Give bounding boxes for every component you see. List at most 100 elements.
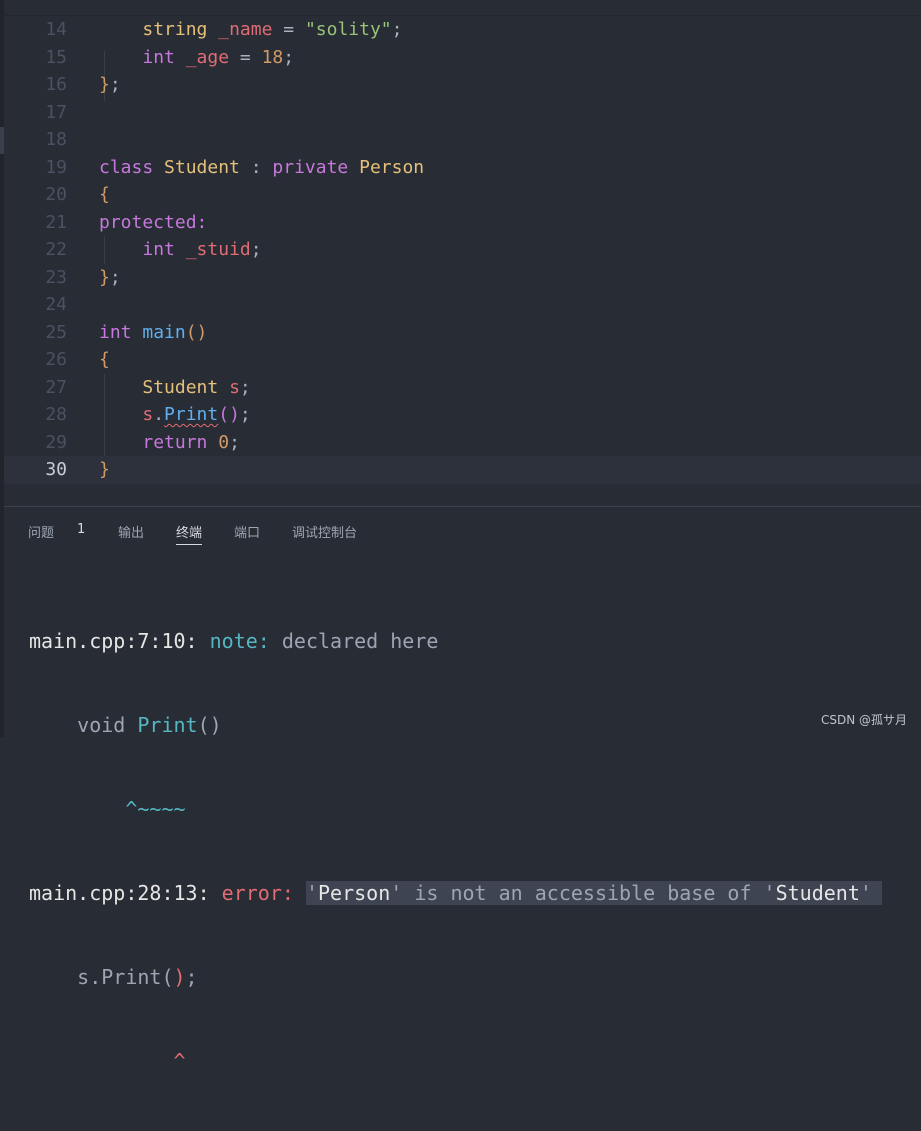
code-token: : (239, 156, 273, 178)
code-token: () (218, 404, 240, 425)
code-token: Student (142, 376, 219, 398)
code-token: _name (218, 19, 273, 40)
tab-ports[interactable]: 端口 (234, 522, 260, 544)
code-token: { (99, 349, 110, 370)
code-token: _age (185, 46, 230, 68)
code-token: "solity" (304, 19, 392, 40)
code-token: string (142, 19, 208, 40)
code-text: s.Print(); (99, 401, 250, 429)
tab-debug-console[interactable]: 调试控制台 (292, 522, 357, 544)
code-line[interactable]: 16}; (4, 71, 921, 99)
code-token: Print (164, 404, 219, 425)
error-code-suffix: ; (185, 965, 198, 989)
code-token: ; (109, 74, 121, 95)
note-location: main.cpp:7:10: (29, 629, 198, 653)
line-number: 24 (45, 294, 67, 315)
code-token: = (229, 46, 262, 68)
code-token: return (142, 431, 208, 453)
tab-output[interactable]: 输出 (118, 522, 144, 544)
code-text: int _age = 18; (99, 44, 294, 72)
code-line[interactable]: 27 Student s; (4, 374, 921, 402)
code-line[interactable]: 24 (4, 291, 921, 319)
code-token: = (272, 19, 305, 40)
line-number: 14 (45, 19, 67, 40)
code-text: int _stuid; (99, 236, 262, 264)
code-line[interactable]: 22 int _stuid; (4, 236, 921, 264)
line-number: 21 (45, 211, 67, 233)
code-line[interactable]: 17 (4, 99, 921, 127)
line-number: 18 (45, 129, 67, 150)
code-text: } (99, 456, 110, 484)
sticky-line[interactable]: 4 class Person (4, 0, 921, 17)
code-line[interactable]: 18 (4, 126, 921, 154)
line-number: 26 (45, 349, 67, 370)
watermark: CSDN @孤サ月 (820, 713, 907, 727)
code-token: . (153, 404, 165, 425)
terminal-error-caret: ^ (29, 1047, 882, 1075)
line-number: 20 (45, 184, 67, 205)
code-line[interactable]: 20 { (4, 181, 921, 209)
sticky-scroll-header[interactable]: 4 class Person (4, 0, 921, 16)
code-text: int main() (99, 319, 207, 347)
code-token: ; (109, 266, 121, 288)
code-token: Person (359, 156, 425, 178)
code-token: } (99, 266, 110, 288)
problems-count-badge: 1 (77, 522, 86, 537)
terminal-note-code: void Print() (29, 711, 882, 739)
code-token: ; (250, 239, 262, 260)
code-token: 0 (218, 431, 230, 453)
code-text: }; (99, 264, 121, 292)
code-line[interactable]: 14 string _name = "solity"; (4, 16, 921, 44)
code-text: Student s; (99, 374, 251, 402)
code-token: ; (283, 46, 295, 68)
note-code-fn: Print (137, 713, 198, 737)
line-number: 22 (45, 239, 67, 260)
terminal-note-caret: ^~~~~ (29, 795, 882, 823)
line-number: 19 (45, 156, 67, 178)
code-line[interactable]: 23}; (4, 264, 921, 292)
panel-tabs: 问题 1 输出 终端 端口 调试控制台 (4, 507, 921, 551)
code-token: s (229, 376, 240, 398)
error-location: main.cpp:28:13: (29, 881, 210, 905)
quote: ' (305, 881, 319, 905)
code-text: string _name = "solity"; (99, 16, 402, 44)
code-token: ; (239, 376, 251, 398)
code-text: protected: (99, 209, 207, 237)
code-text: { (99, 181, 110, 209)
code-text: { (99, 346, 110, 374)
code-line[interactable]: 30} (4, 456, 921, 484)
code-text: }; (99, 71, 121, 99)
code-line[interactable]: 21 protected: (4, 209, 921, 237)
terminal-error-line: main.cpp:28:13: error: 'Person' is not a… (29, 879, 882, 907)
code-line[interactable]: 25 int main() (4, 319, 921, 347)
terminal-note-line: main.cpp:7:10: note: declared here (29, 627, 882, 655)
code-line[interactable]: 15 int _age = 18; (4, 44, 921, 72)
line-number: 4 (4, 16, 67, 17)
error-base-name: Person (318, 881, 391, 905)
code-line[interactable]: 26 { (4, 346, 921, 374)
error-caret: ^ (29, 1049, 186, 1073)
note-code-prefix: void (29, 713, 138, 737)
terminal-output[interactable]: main.cpp:7:10: note: declared here void … (29, 571, 882, 1131)
tab-problems[interactable]: 问题 (28, 522, 54, 544)
code-token: int (99, 321, 132, 343)
tab-terminal[interactable]: 终端 (176, 522, 203, 545)
code-line[interactable]: 19 class Student : private Person (4, 154, 921, 182)
line-number: 16 (45, 74, 67, 95)
code-line[interactable]: 29 return 0; (4, 429, 921, 457)
code-line[interactable]: 28 s.Print(); (4, 401, 921, 429)
code-text: class Student : private Person (99, 154, 424, 182)
code-editor[interactable]: 4 class Person 14 string _name = "solity… (4, 0, 921, 484)
note-caret: ^~~~~ (29, 797, 186, 821)
code-token: ; (229, 431, 240, 453)
